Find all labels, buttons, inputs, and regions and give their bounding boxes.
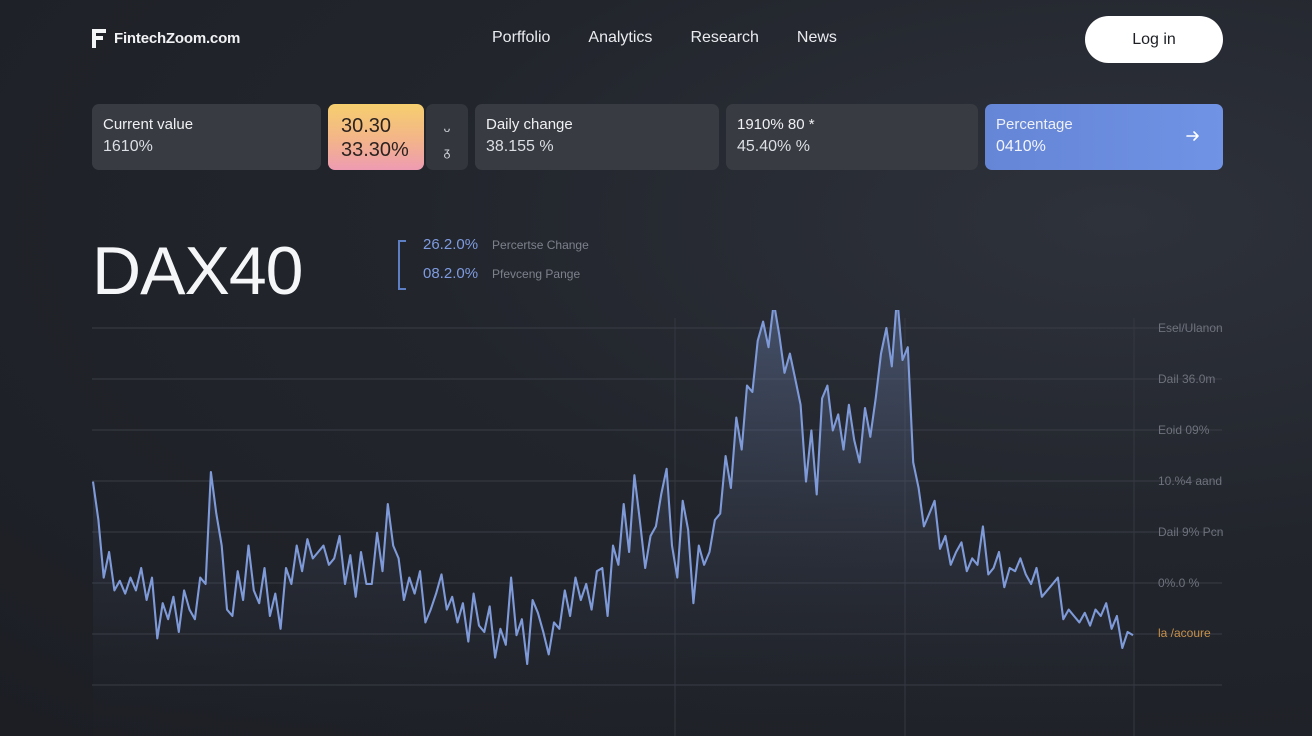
daily-change-label: Daily change [486, 116, 573, 133]
current-value-card[interactable]: Current value 1610% [92, 104, 321, 170]
percentage-card[interactable]: Percentage 0410% [985, 104, 1223, 170]
y-axis-label: Esel/Ulanon [1158, 321, 1223, 335]
ticker-symbol: DAX40 [92, 233, 303, 309]
mini-card-line2: ᵹ [443, 145, 451, 159]
metric-card-label: 1910% 80 * [737, 116, 815, 133]
daily-change-value: 38.155 % [486, 138, 554, 155]
highlight-value-line1: 30.30 [341, 115, 392, 137]
fintechzoom-logo-icon [92, 29, 106, 48]
y-axis-label: 10.%4 aand [1158, 474, 1222, 488]
legend-item: 26.2.0% Percertse Change [423, 236, 589, 253]
nav-item-news[interactable]: News [797, 29, 837, 47]
logo-text: FintechZoom.com [114, 30, 241, 47]
nav-item-analytics[interactable]: Analytics [588, 29, 652, 47]
highlight-value-card[interactable]: 30.30 33.30% [328, 104, 424, 170]
y-axis-label: Dail 9% Pcn [1158, 525, 1223, 539]
mini-card-line1: ᴗ [443, 121, 451, 135]
percentage-label: Percentage [996, 116, 1073, 133]
y-axis-label: Eoid 09% [1158, 423, 1210, 437]
legend-bracket [398, 240, 406, 290]
nav-item-research[interactable]: Research [690, 29, 758, 47]
chart-area-fill [93, 310, 1133, 736]
legend-value: 08.2.0% [423, 265, 479, 282]
metric-card-value: 45.40% % [737, 138, 810, 155]
arrow-right-icon[interactable] [1185, 128, 1201, 144]
legend-item: 08.2.0% Pfevceng Pange [423, 265, 580, 282]
metric-card[interactable]: 1910% 80 * 45.40% % [726, 104, 978, 170]
legend-label: Percertse Change [492, 238, 589, 252]
y-axis-label: la /acoure [1158, 626, 1211, 640]
chart-right-labels: Esel/Ulanon Dail 36.0m Eoid 09% 10.%4 aand D… [1158, 321, 1223, 640]
legend-label: Pfevceng Pange [492, 267, 581, 281]
current-value-value: 1610% [103, 138, 153, 155]
percentage-value: 0410% [996, 138, 1046, 155]
current-value-label: Current value [103, 116, 194, 133]
y-axis-label: 0%.0 % [1158, 576, 1200, 590]
y-axis-label: Dail 36.0m [1158, 372, 1215, 386]
mini-card[interactable]: ᴗ ᵹ [426, 104, 468, 170]
logo[interactable]: FintechZoom.com [92, 29, 240, 48]
highlight-value-line2: 33.30% [341, 139, 409, 161]
nav-item-portfolio[interactable]: Porffolio [492, 29, 550, 47]
main-nav: Porffolio Analytics Research News [492, 29, 837, 47]
legend-value: 26.2.0% [423, 236, 479, 253]
login-button[interactable]: Log in [1085, 16, 1223, 63]
daily-change-card[interactable]: Daily change 38.155 % [475, 104, 719, 170]
top-navigation-bar: FintechZoom.com Porffolio Analytics Rese… [0, 0, 1312, 80]
price-chart[interactable]: Esel/Ulanon Dail 36.0m Eoid 09% 10.%4 aand D… [0, 310, 1312, 736]
